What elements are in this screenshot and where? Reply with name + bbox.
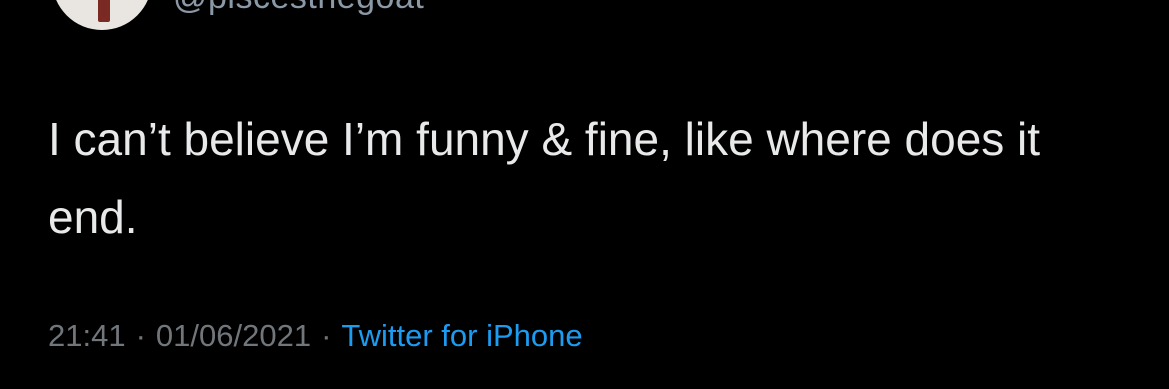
separator-dot: · [321,318,332,353]
tweet-meta: 21:41 · 01/06/2021 · Twitter for iPhone [48,316,583,356]
separator-dot: · [135,318,146,353]
tweet-text: I can’t believe I’m funny & fine, like w… [48,113,1041,243]
tweet-card: @piscesthegoat I can’t believe I’m funny… [0,0,1169,389]
user-handle[interactable]: @piscesthegoat [173,0,424,17]
avatar[interactable] [52,0,152,30]
tweet-time[interactable]: 21:41 [48,318,126,353]
tweet-date[interactable]: 01/06/2021 [156,318,311,353]
tweet-source-link[interactable]: Twitter for iPhone [341,318,582,353]
avatar-figure [98,0,110,22]
